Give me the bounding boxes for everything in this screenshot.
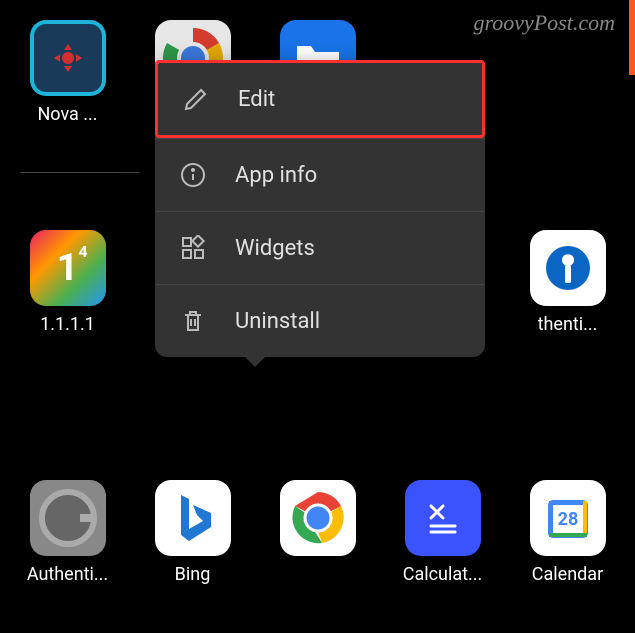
bing-icon: [155, 480, 231, 556]
google-auth-icon: [30, 480, 106, 556]
menu-label: Edit: [238, 87, 275, 112]
one-icon: 14: [30, 230, 106, 306]
gear-icon: [50, 40, 86, 76]
app-label: Calculat...: [403, 564, 483, 585]
app-label: thenti...: [538, 314, 598, 335]
app-calculator[interactable]: Calculat...: [395, 480, 490, 585]
app-label: Nova ...: [37, 104, 97, 125]
menu-label: Uninstall: [235, 309, 320, 334]
authenticator-icon: [530, 230, 606, 306]
app-1111[interactable]: 14 1.1.1.1: [20, 230, 115, 335]
scroll-indicator[interactable]: [629, 0, 635, 75]
widgets-icon: [179, 234, 207, 262]
calendar-icon: 28: [530, 480, 606, 556]
menu-item-edit[interactable]: Edit: [155, 60, 485, 138]
svg-text:28: 28: [557, 509, 578, 530]
trash-icon: [179, 307, 207, 335]
calculator-icon: [405, 480, 481, 556]
info-icon: [179, 161, 207, 189]
app-bing[interactable]: Bing: [145, 480, 240, 585]
app-calendar[interactable]: 28 Calendar: [520, 480, 615, 585]
app-label: Authenti...: [27, 564, 108, 585]
menu-pointer: [245, 357, 265, 367]
menu-item-app-info[interactable]: App info: [155, 138, 485, 211]
context-menu: Edit App info Widgets Unin: [155, 60, 485, 357]
watermark-text: groovyPost.com: [473, 10, 615, 36]
pencil-icon: [182, 85, 210, 113]
app-chrome[interactable]: [270, 480, 365, 585]
app-authenticator-r2[interactable]: thenti...: [520, 230, 615, 335]
menu-item-widgets[interactable]: Widgets: [155, 211, 485, 284]
menu-item-uninstall[interactable]: Uninstall: [155, 284, 485, 357]
app-row-3: Authenti... Bing: [20, 480, 615, 585]
app-google-auth[interactable]: Authenti...: [20, 480, 115, 585]
nova-icon: [30, 20, 106, 96]
chrome-icon: [280, 480, 356, 556]
app-label: Calendar: [532, 564, 603, 585]
app-nova[interactable]: Nova ...: [20, 20, 115, 125]
menu-label: Widgets: [235, 236, 315, 261]
section-divider: [20, 172, 140, 173]
app-label: Bing: [175, 564, 211, 585]
app-label: 1.1.1.1: [40, 314, 95, 335]
menu-label: App info: [235, 163, 317, 188]
